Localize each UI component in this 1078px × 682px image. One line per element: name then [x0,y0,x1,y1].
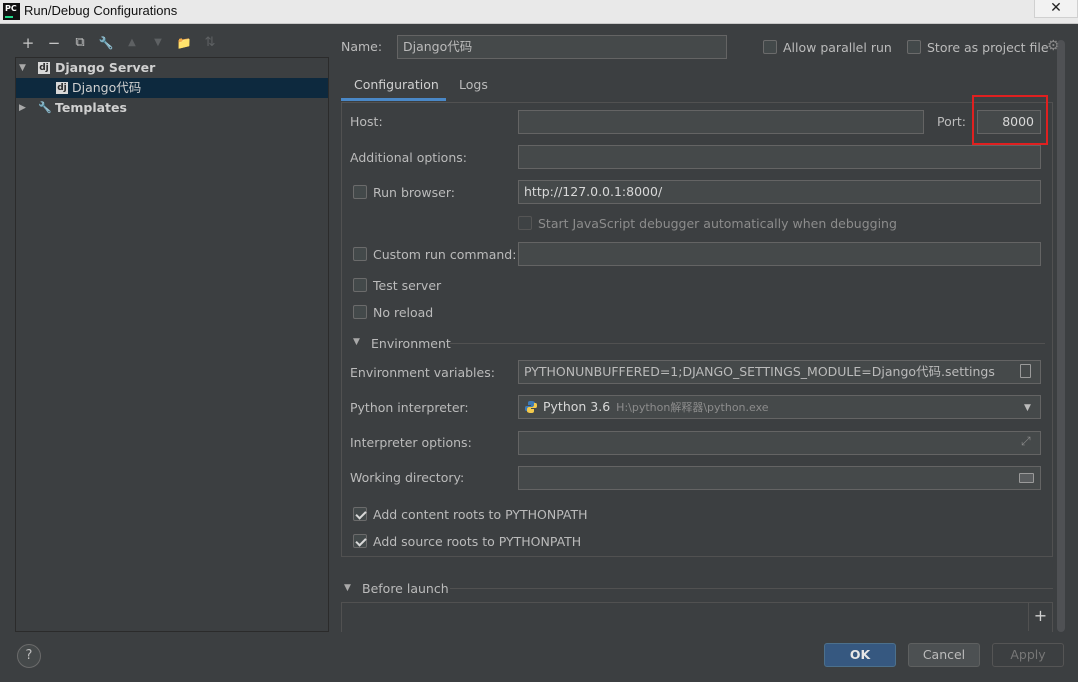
host-input[interactable] [518,110,924,134]
sort-configurations-icon[interactable]: ⇅ [201,34,219,52]
expand-arrow-icon[interactable]: ▼ [19,58,26,78]
additional-options-input[interactable] [518,145,1041,169]
active-tab-indicator [341,98,446,101]
scrollbar[interactable] [1057,40,1065,632]
source-roots-checkbox[interactable] [353,534,367,548]
host-label: Host: [350,114,383,129]
content-roots-label: Add content roots to PYTHONPATH [373,507,588,522]
add-before-launch-button[interactable]: + [1028,603,1052,631]
content-roots-checkbox[interactable] [353,507,367,521]
remove-configuration-button[interactable]: − [45,34,63,52]
tree-item-label: Django代码 [72,80,142,95]
before-launch-label: Before launch [362,581,449,596]
wrench-icon: 🔧 [38,101,52,114]
help-button[interactable]: ? [17,644,41,668]
tree-group-label: Django Server [55,60,156,75]
before-launch-list[interactable] [341,602,1053,632]
name-label: Name: [341,39,383,54]
run-browser-url-input[interactable]: http://127.0.0.1:8000/ [518,180,1041,204]
source-roots-label: Add source roots to PYTHONPATH [373,534,582,549]
env-vars-label: Environment variables: [350,365,495,380]
tree-item-django-config[interactable]: dj Django代码 [16,78,328,98]
store-project-label: Store as project file [927,40,1049,55]
before-launch-separator [450,588,1053,589]
port-highlight-box [972,95,1048,145]
copy-configuration-button[interactable]: ⧉ [71,34,89,52]
clipboard-icon[interactable] [1020,364,1031,378]
folder-icon[interactable] [1019,473,1034,483]
js-debugger-checkbox[interactable] [518,216,532,230]
environment-section-label: Environment [371,336,451,351]
move-up-button[interactable]: ▲ [123,34,141,52]
run-browser-label: Run browser: [373,185,455,200]
expand-icon[interactable]: ⤢ [1021,434,1031,449]
tree-group-django-server[interactable]: ▼ dj Django Server [16,58,328,78]
interpreter-name: Python 3.6 [543,399,611,414]
dropdown-arrow-icon[interactable]: ▼ [1024,403,1031,413]
store-project-checkbox[interactable] [907,40,921,54]
allow-parallel-label: Allow parallel run [783,40,892,55]
before-launch-collapse-icon[interactable]: ▼ [344,583,351,593]
custom-run-command-label: Custom run command: [373,247,517,262]
configuration-tree[interactable]: ▼ dj Django Server dj Django代码 ▶ 🔧 Templ… [15,57,329,632]
working-directory-label: Working directory: [350,470,465,485]
python-interpreter-label: Python interpreter: [350,400,469,415]
environment-separator [450,343,1045,344]
working-directory-input[interactable] [518,466,1041,490]
ok-button[interactable]: OK [824,643,896,667]
interpreter-options-label: Interpreter options: [350,435,472,450]
pycharm-logo-icon: PC [3,3,20,20]
env-vars-input[interactable]: PYTHONUNBUFFERED=1;DJANGO_SETTINGS_MODUL… [518,360,1041,384]
templates-label: Templates [55,100,127,115]
interpreter-options-input[interactable] [518,431,1041,455]
cancel-button[interactable]: Cancel [908,643,980,667]
python-interpreter-select[interactable]: Python 3.6 H:\python解释器\python.exe [518,395,1041,419]
tab-logs[interactable]: Logs [459,77,488,92]
custom-run-command-input[interactable] [518,242,1041,266]
tree-group-templates[interactable]: ▶ 🔧 Templates [16,98,328,118]
move-down-button[interactable]: ▼ [149,34,167,52]
python-logo-icon [524,400,538,414]
apply-button[interactable]: Apply [992,643,1064,667]
allow-parallel-checkbox[interactable] [763,40,777,54]
add-configuration-button[interactable]: + [19,34,37,52]
test-server-label: Test server [373,278,442,293]
interpreter-path: H:\python解释器\python.exe [616,401,769,414]
test-server-checkbox[interactable] [353,278,367,292]
js-debugger-label: Start JavaScript debugger automatically … [538,216,897,231]
no-reload-label: No reload [373,305,434,320]
environment-collapse-icon[interactable]: ▼ [353,337,360,347]
additional-options-label: Additional options: [350,150,467,165]
tab-configuration[interactable]: Configuration [354,77,439,92]
collapse-arrow-icon[interactable]: ▶ [19,98,26,118]
django-icon: dj [38,62,50,74]
name-input[interactable]: Django代码 [397,35,727,59]
window-title: Run/Debug Configurations [24,3,178,18]
edit-defaults-wrench-icon[interactable]: 🔧 [97,34,115,52]
close-window-button[interactable]: ✕ [1034,0,1078,18]
new-folder-icon[interactable]: 📁 [175,34,193,52]
custom-run-command-checkbox[interactable] [353,247,367,261]
run-browser-checkbox[interactable] [353,185,367,199]
port-label: Port: [937,114,966,129]
no-reload-checkbox[interactable] [353,305,367,319]
django-icon: dj [56,82,68,94]
